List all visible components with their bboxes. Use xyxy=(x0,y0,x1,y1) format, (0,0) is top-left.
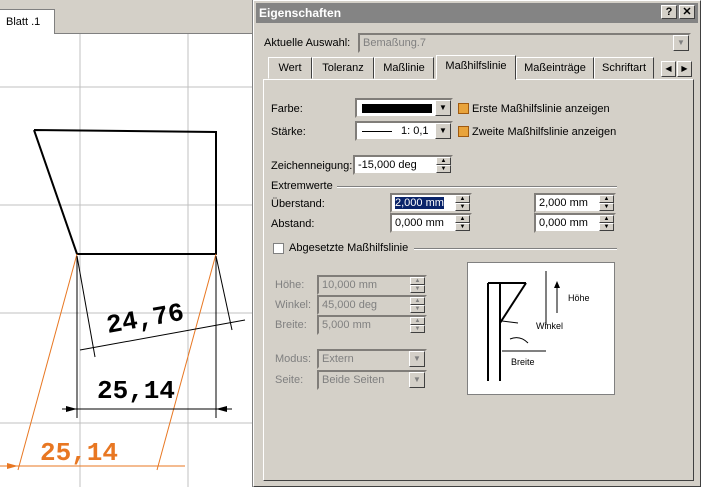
second-line-label: Zweite Maßhilfslinie anzeigen xyxy=(472,126,617,138)
angle-input: 45,000 deg ▲ ▼ xyxy=(317,295,427,315)
help-button[interactable]: ? xyxy=(661,5,677,19)
thickness-value: 1: 0,1 xyxy=(401,125,429,137)
dim-text-horizontal[interactable]: 25,14 xyxy=(97,376,175,406)
gap-spinner-1[interactable]: ▲ ▼ xyxy=(455,215,470,231)
funnel-preview: Höhe Winkel Breite xyxy=(467,262,615,395)
color-dropdown-icon[interactable]: ▼ xyxy=(435,100,451,116)
width-spinner: ▲ ▼ xyxy=(410,317,425,333)
slant-input[interactable]: -15,000 deg ▲ ▼ xyxy=(353,155,453,175)
width-label: Breite: xyxy=(275,319,307,331)
overrun-value-2: 2,000 mm xyxy=(539,197,588,209)
thickness-dropdown[interactable]: 1: 0,1 ▼ xyxy=(355,121,453,141)
side-dropdown: Beide Seiten ▼ xyxy=(317,370,427,390)
mode-dropdown-icon: ▼ xyxy=(409,351,425,367)
overrun-input-1[interactable]: 2,000 mm ▲ ▼ xyxy=(390,193,472,213)
tab-masshilfslinie[interactable]: Maßhilfslinie xyxy=(436,55,516,80)
dim-text-inclined[interactable]: 24,76 xyxy=(104,298,186,341)
side-dropdown-icon: ▼ xyxy=(409,372,425,388)
height-value: 10,000 mm xyxy=(322,279,378,291)
second-line-checkbox[interactable] xyxy=(458,126,469,137)
color-dropdown[interactable]: ▼ xyxy=(355,98,453,118)
width-input: 5,000 mm ▲ ▼ xyxy=(317,315,427,335)
color-swatch xyxy=(362,104,432,113)
height-spinner: ▲ ▼ xyxy=(410,277,425,293)
height-label: Höhe: xyxy=(275,279,305,291)
slant-value: -15,000 deg xyxy=(358,159,417,171)
gap-input-1[interactable]: 0,000 mm ▲ ▼ xyxy=(390,213,472,233)
tab-toleranz[interactable]: Toleranz xyxy=(312,57,374,79)
tab-masseintraege[interactable]: Maßeinträge xyxy=(516,57,594,79)
overrun-spinner-2[interactable]: ▲ ▼ xyxy=(599,195,614,211)
mode-dropdown: Extern ▼ xyxy=(317,349,427,369)
height-input: 10,000 mm ▲ ▼ xyxy=(317,275,427,295)
tab-schriftart[interactable]: Schriftart xyxy=(594,57,654,79)
side-value: Beide Seiten xyxy=(322,374,385,386)
first-line-checkbox[interactable] xyxy=(458,103,469,114)
preview-height-label: Höhe xyxy=(568,293,590,303)
tab-masslinie[interactable]: Maßlinie xyxy=(374,57,434,79)
close-button[interactable]: ✕ xyxy=(679,5,695,19)
gap-spinner-2[interactable]: ▲ ▼ xyxy=(599,215,614,231)
dim-text-selected[interactable]: 25,14 xyxy=(40,438,118,468)
properties-dialog: Eigenschaften ? ✕ Aktuelle Auswahl: Bema… xyxy=(253,0,701,487)
mode-value: Extern xyxy=(322,353,354,365)
gap-value-1: 0,000 mm xyxy=(395,217,444,229)
funnel-checkbox[interactable] xyxy=(273,243,284,254)
slant-label: Zeichenneigung: xyxy=(271,160,353,172)
width-value: 5,000 mm xyxy=(322,319,371,331)
dialog-title: Eigenschaften xyxy=(259,6,342,20)
angle-value: 45,000 deg xyxy=(322,299,378,311)
side-label: Seite: xyxy=(275,374,304,386)
tab-wert[interactable]: Wert xyxy=(268,57,312,79)
mode-label: Modus: xyxy=(275,353,312,365)
selection-dropdown-icon: ▼ xyxy=(673,35,689,51)
overrun-spinner-1[interactable]: ▲ ▼ xyxy=(455,195,470,211)
overrun-input-2[interactable]: 2,000 mm ▲ ▼ xyxy=(534,193,616,213)
preview-angle-label: Winkel xyxy=(536,321,563,331)
funnel-label: Abgesetzte Maßhilfslinie xyxy=(289,242,409,254)
color-label: Farbe: xyxy=(271,103,303,115)
thickness-dropdown-icon[interactable]: ▼ xyxy=(435,123,451,139)
dialog-titlebar[interactable]: Eigenschaften ? ✕ xyxy=(256,3,698,23)
tab-scroll-left-icon[interactable]: ◀ xyxy=(661,61,676,77)
slant-spinner[interactable]: ▲ ▼ xyxy=(436,157,451,173)
extrema-separator xyxy=(337,186,617,188)
selection-label: Aktuelle Auswahl: xyxy=(264,37,351,49)
thickness-line-sample xyxy=(362,131,392,132)
first-line-label: Erste Maßhilfslinie anzeigen xyxy=(472,103,610,115)
gap-input-2[interactable]: 0,000 mm ▲ ▼ xyxy=(534,213,616,233)
extrema-group-label: Extremwerte xyxy=(271,180,333,192)
drawing-svg: 24,76 25,14 25,14 xyxy=(0,34,252,487)
thickness-label: Stärke: xyxy=(271,126,306,138)
overrun-value-1: 2,000 mm xyxy=(395,197,444,209)
angle-label: Winkel: xyxy=(275,299,312,311)
selection-field: Bemaßung.7 ▼ xyxy=(358,33,691,53)
overrun-label: Überstand: xyxy=(271,198,325,210)
part-outline xyxy=(33,129,217,255)
gap-value-2: 0,000 mm xyxy=(539,217,588,229)
drawing-canvas[interactable]: Blatt .1 24,76 25,14 25,14 xyxy=(0,0,253,487)
angle-spinner: ▲ ▼ xyxy=(410,297,425,313)
selection-value: Bemaßung.7 xyxy=(363,37,426,49)
gap-label: Abstand: xyxy=(271,218,315,230)
tab-scroll-right-icon[interactable]: ▶ xyxy=(677,61,692,77)
funnel-separator xyxy=(414,248,617,250)
preview-width-label: Breite xyxy=(511,357,535,367)
